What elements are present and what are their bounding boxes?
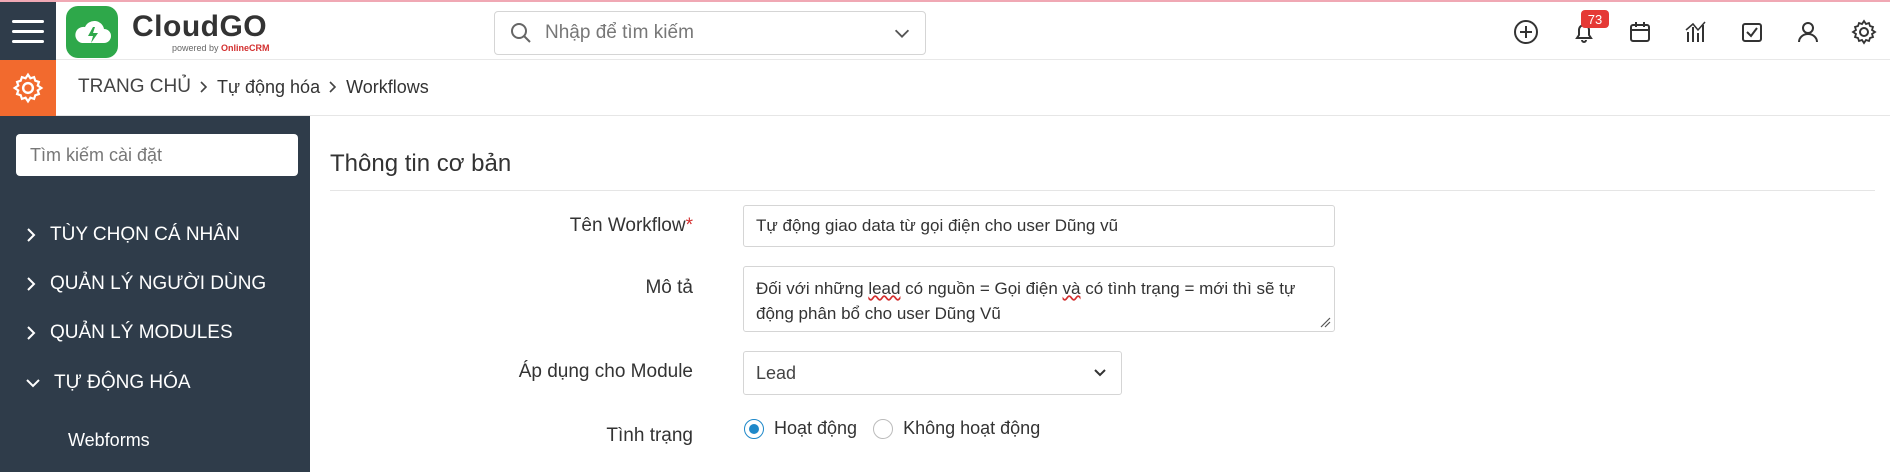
sidebar-item-label: TÙY CHỌN CÁ NHÂN <box>50 224 240 245</box>
section-divider <box>330 190 1875 191</box>
module-select[interactable]: Lead <box>743 351 1122 395</box>
cloud-logo-icon <box>66 6 118 58</box>
search-icon <box>511 23 531 43</box>
checkbox-icon[interactable] <box>1738 18 1766 46</box>
resize-handle-icon[interactable] <box>1319 316 1331 328</box>
breadcrumb-automation[interactable]: Tự động hóa <box>217 77 320 98</box>
workflow-name-field[interactable]: Tự động giao data từ gọi điện cho user D… <box>743 205 1335 247</box>
sidebar-item-automation[interactable]: TỰ ĐỘNG HÓA <box>24 372 191 394</box>
settings-search-input[interactable]: Tìm kiếm cài đặt <box>16 134 298 176</box>
chevron-right-icon <box>329 81 337 93</box>
chevron-right-icon <box>27 228 36 242</box>
status-label: Tình trạng <box>606 425 693 446</box>
status-inactive-radio[interactable] <box>873 418 894 439</box>
description-field[interactable]: Đối với những lead có nguồn = Gọi điện v… <box>743 266 1335 332</box>
module-select-value: Lead <box>756 362 797 383</box>
settings-sidebar: Tìm kiếm cài đặt TÙY CHỌN CÁ NHÂN QUẢN L… <box>0 116 310 472</box>
notification-badge: 73 <box>1581 10 1609 28</box>
logo-subtitle: powered by OnlineCRM <box>172 43 270 53</box>
workflow-name-label: Tên Workflow* <box>569 215 693 236</box>
chevron-right-icon <box>27 326 36 340</box>
chevron-right-icon <box>27 277 36 291</box>
chevron-right-icon <box>200 81 208 93</box>
status-radio-group: Hoạt động Không hoạt động <box>744 418 1040 439</box>
global-search-input[interactable]: Nhập để tìm kiếm <box>494 11 926 55</box>
chevron-down-icon[interactable] <box>891 22 913 44</box>
status-active-radio[interactable] <box>744 418 764 439</box>
description-label: Mô tả <box>645 277 693 298</box>
user-icon[interactable] <box>1794 18 1822 46</box>
search-placeholder: Nhập để tìm kiếm <box>545 22 694 43</box>
module-label: Áp dụng cho Module <box>518 361 693 382</box>
chevron-down-icon <box>26 379 40 388</box>
chevron-down-icon <box>1094 369 1106 377</box>
sidebar-item-label: QUẢN LÝ NGƯỜI DÙNG <box>50 273 267 294</box>
sidebar-subitem-webforms[interactable]: Webforms <box>68 430 150 451</box>
breadcrumb-home[interactable]: TRANG CHỦ <box>78 76 191 98</box>
settings-gear-icon[interactable] <box>0 60 56 116</box>
breadcrumb-bar: TRANG CHỦ Tự động hóa Workflows <box>0 60 1890 116</box>
gear-icon[interactable] <box>1850 18 1878 46</box>
sidebar-item-module-management[interactable]: QUẢN LÝ MODULES <box>24 322 233 344</box>
top-bar: CloudGO powered by OnlineCRM Nhập để tìm… <box>0 0 1890 60</box>
sidebar-item-label: QUẢN LÝ MODULES <box>50 322 233 343</box>
required-marker: * <box>685 215 693 236</box>
menu-toggle-button[interactable] <box>0 2 56 60</box>
app-logo[interactable]: CloudGO powered by OnlineCRM <box>66 6 270 58</box>
sidebar-item-user-management[interactable]: QUẢN LÝ NGƯỜI DÙNG <box>24 273 266 295</box>
logo-title: CloudGO <box>132 10 268 43</box>
chart-icon[interactable] <box>1682 18 1710 46</box>
breadcrumb-workflows[interactable]: Workflows <box>346 77 429 98</box>
calendar-icon[interactable] <box>1626 18 1654 46</box>
plus-circle-icon[interactable] <box>1512 18 1540 46</box>
status-inactive-label[interactable]: Không hoạt động <box>903 418 1040 439</box>
section-title: Thông tin cơ bản <box>330 150 512 177</box>
sidebar-item-personal-options[interactable]: TÙY CHỌN CÁ NHÂN <box>24 224 240 246</box>
sidebar-item-label: TỰ ĐỘNG HÓA <box>54 372 191 393</box>
breadcrumb: TRANG CHỦ Tự động hóa Workflows <box>78 76 429 98</box>
status-active-label[interactable]: Hoạt động <box>774 418 857 439</box>
